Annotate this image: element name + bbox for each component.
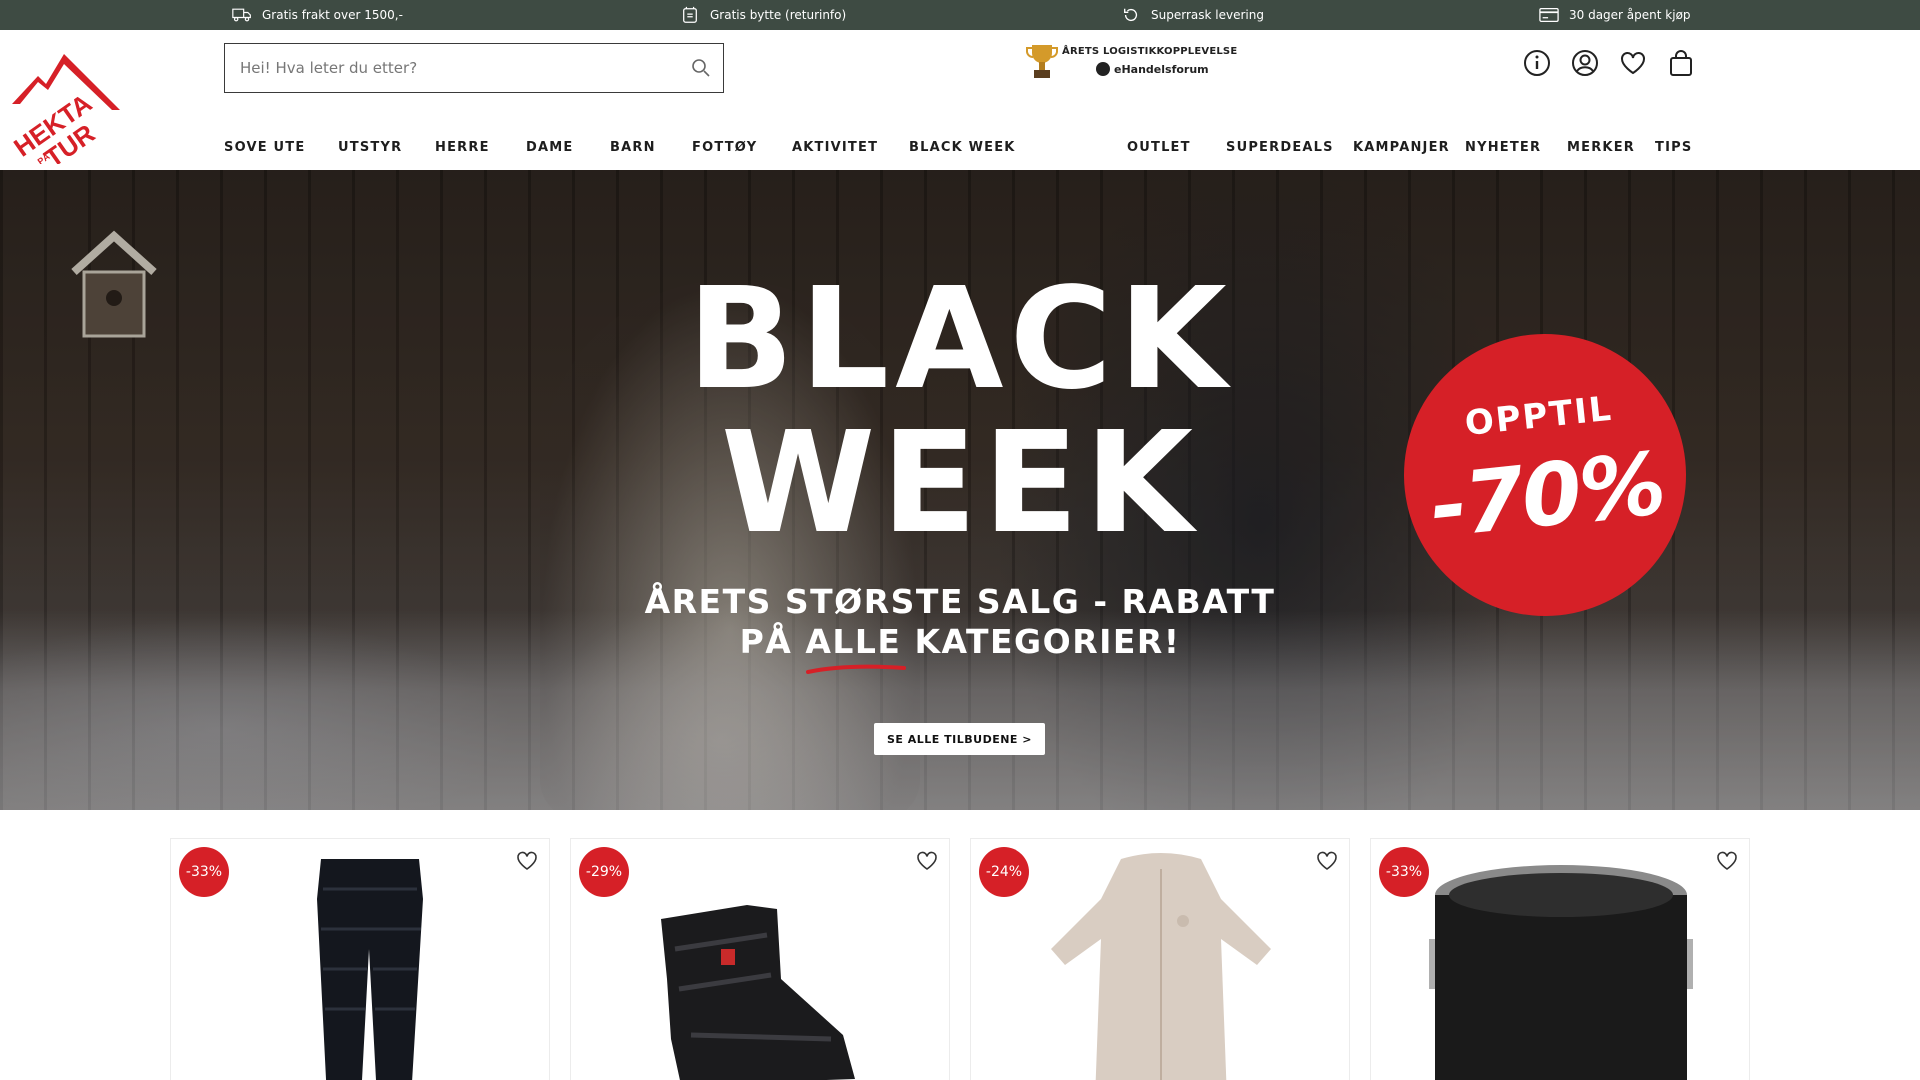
nav-item-sove-ute[interactable]: SOVE UTE <box>224 140 305 155</box>
award-badge[interactable]: ÅRETS LOGISTIKKOPPLEVELSE eHandelsforum <box>1026 43 1237 83</box>
exchange-icon <box>683 6 697 23</box>
search-input[interactable] <box>225 44 665 92</box>
discount-tag: -29% <box>579 847 629 897</box>
nav-item-barn[interactable]: BARN <box>610 140 656 155</box>
site-header: HEKTA TUR PÅ ÅRETS LOGISTIKKOPPLEVELSE e… <box>0 30 1920 173</box>
nav-item-herre[interactable]: HERRE <box>435 140 490 155</box>
hero-subline-2: PÅ ALLE KATEGORIER! <box>739 622 1181 661</box>
heart-icon[interactable] <box>915 849 939 873</box>
award-brand-label: eHandelsforum <box>1114 62 1209 76</box>
product-card[interactable]: -33% <box>1370 838 1750 1080</box>
nav-item-aktivitet[interactable]: AKTIVITET <box>792 140 878 155</box>
usp-open-purchase: 30 dager åpent kjøp <box>1539 0 1691 30</box>
main-nav: SOVE UTE UTSTYR HERRE DAME BARN FOTTØY A… <box>0 140 1920 162</box>
product-card[interactable]: -29% <box>570 838 950 1080</box>
bag-icon <box>1670 50 1692 76</box>
info-icon <box>1524 50 1550 76</box>
nav-item-tips[interactable]: TIPS <box>1655 140 1692 155</box>
hero-subline-1: ÅRETS STØRSTE SALG - RABATT <box>644 582 1276 621</box>
nav-item-nyheter[interactable]: NYHETER <box>1465 140 1541 155</box>
usp-label: Gratis frakt over 1500,- <box>262 8 403 22</box>
nav-item-kampanjer[interactable]: KAMPANJER <box>1353 140 1450 155</box>
usp-fast-delivery: Superrask levering <box>1121 0 1264 30</box>
truck-icon <box>232 8 251 22</box>
usp-label: Gratis bytte (returinfo) <box>710 8 847 22</box>
trophy-icon <box>1026 45 1058 78</box>
badge-line-2: -70% <box>1425 433 1669 558</box>
discount-tag: -24% <box>979 847 1029 897</box>
nav-item-fottoy[interactable]: FOTTØY <box>692 140 757 155</box>
nav-item-outlet[interactable]: OUTLET <box>1127 140 1191 155</box>
hero-banner[interactable]: BLACK WEEK ÅRETS STØRSTE SALG - RABATT P… <box>0 170 1920 810</box>
award-brand: eHandelsforum <box>1096 62 1209 76</box>
see-all-deals-button[interactable]: SE ALLE TILBUDENE > <box>874 723 1045 755</box>
brush-underline-icon <box>806 664 906 674</box>
nav-item-utstyr[interactable]: UTSTYR <box>338 140 402 155</box>
usp-label: Superrask levering <box>1151 8 1264 22</box>
usp-bar: Gratis frakt over 1500,- Gratis bytte (r… <box>0 0 1920 30</box>
account-icon <box>1572 50 1598 76</box>
hero-headline: BLACK WEEK <box>640 270 1280 554</box>
account-button[interactable] <box>1570 48 1600 78</box>
search-icon[interactable] <box>689 56 713 80</box>
card-icon <box>1539 8 1559 22</box>
nav-item-merker[interactable]: MERKER <box>1567 140 1635 155</box>
product-grid: -33% -29% -24% -33% <box>170 838 1750 1080</box>
header-icons <box>1522 48 1696 78</box>
hero-subline: ÅRETS STØRSTE SALG - RABATT PÅ ALLE KATE… <box>620 582 1300 662</box>
refresh-icon <box>1124 8 1138 22</box>
heart-icon <box>1621 52 1645 75</box>
hero-headline-line-2: WEEK <box>720 402 1200 565</box>
product-card[interactable]: -24% <box>970 838 1350 1080</box>
search-box <box>224 43 724 93</box>
cart-button[interactable] <box>1666 48 1696 78</box>
ehandel-logo-icon <box>1096 62 1110 76</box>
usp-free-shipping: Gratis frakt over 1500,- <box>232 0 403 30</box>
wishlist-button[interactable] <box>1618 48 1648 78</box>
hero-headline-line-1: BLACK <box>687 258 1233 421</box>
info-button[interactable] <box>1522 48 1552 78</box>
award-title: ÅRETS LOGISTIKKOPPLEVELSE <box>1062 46 1238 57</box>
heart-icon[interactable] <box>1715 849 1739 873</box>
nav-item-black-week[interactable]: BLACK WEEK <box>909 140 1016 155</box>
usp-label: 30 dager åpent kjøp <box>1569 8 1691 22</box>
discount-tag: -33% <box>1379 847 1429 897</box>
heart-icon[interactable] <box>515 849 539 873</box>
product-card[interactable]: -33% <box>170 838 550 1080</box>
discount-tag: -33% <box>179 847 229 897</box>
usp-free-exchange[interactable]: Gratis bytte (returinfo) <box>680 0 846 30</box>
nav-item-superdeals[interactable]: SUPERDEALS <box>1226 140 1334 155</box>
heart-icon[interactable] <box>1315 849 1339 873</box>
nav-item-dame[interactable]: DAME <box>526 140 573 155</box>
